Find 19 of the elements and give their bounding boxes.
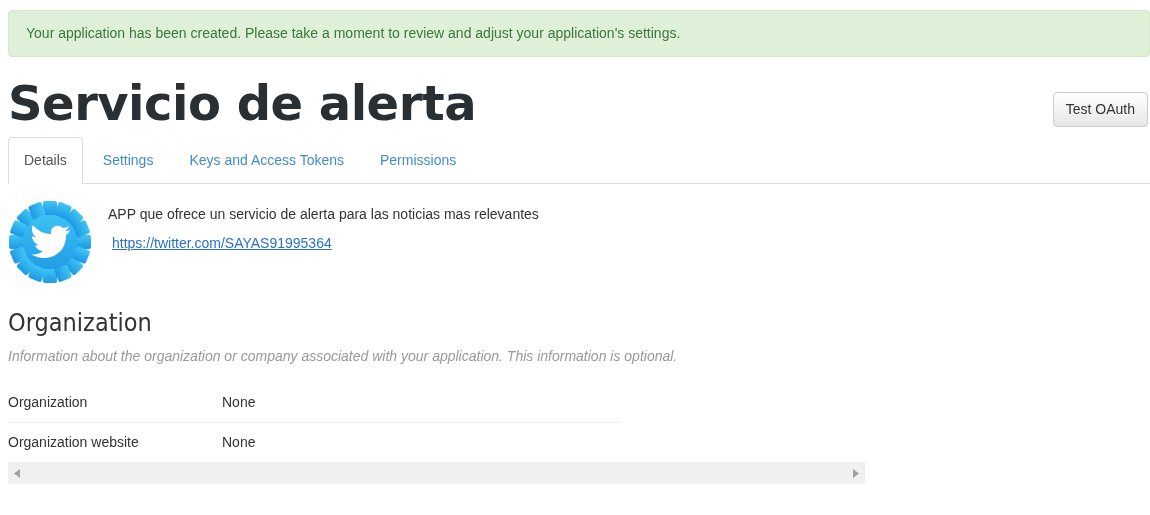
app-url-link[interactable]: https://twitter.com/SAYAS91995364 <box>112 233 539 254</box>
tab[interactable]: Details <box>8 137 83 184</box>
bird-gear-icon <box>8 200 92 284</box>
section-note: Information about the organization or company associated with your application. This information is optional. <box>8 347 679 366</box>
horizontal-scrollbar[interactable] <box>8 462 865 484</box>
scroll-left-icon[interactable] <box>14 468 20 478</box>
app-description: APP que ofrece un servicio de alerta para las noticias mas relevantes <box>108 205 539 224</box>
tab[interactable]: Permissions <box>364 137 473 184</box>
success-alert: Your application has been created. Please take a moment to review and adjust your application's settings. <box>8 10 1150 57</box>
tab[interactable]: Keys and Access Tokens <box>173 137 360 184</box>
tab[interactable]: Settings <box>86 137 170 184</box>
scroll-right-icon[interactable] <box>853 468 859 478</box>
field-value: None <box>222 393 256 412</box>
field-label: Organization website <box>8 433 140 452</box>
test-oauth-button[interactable]: Test OAuth <box>1052 92 1148 127</box>
field-value: None <box>222 433 256 452</box>
field-label: Organization <box>8 393 89 412</box>
app-title: Servicio de alerta <box>8 79 477 127</box>
section-heading: Organization <box>8 308 153 338</box>
